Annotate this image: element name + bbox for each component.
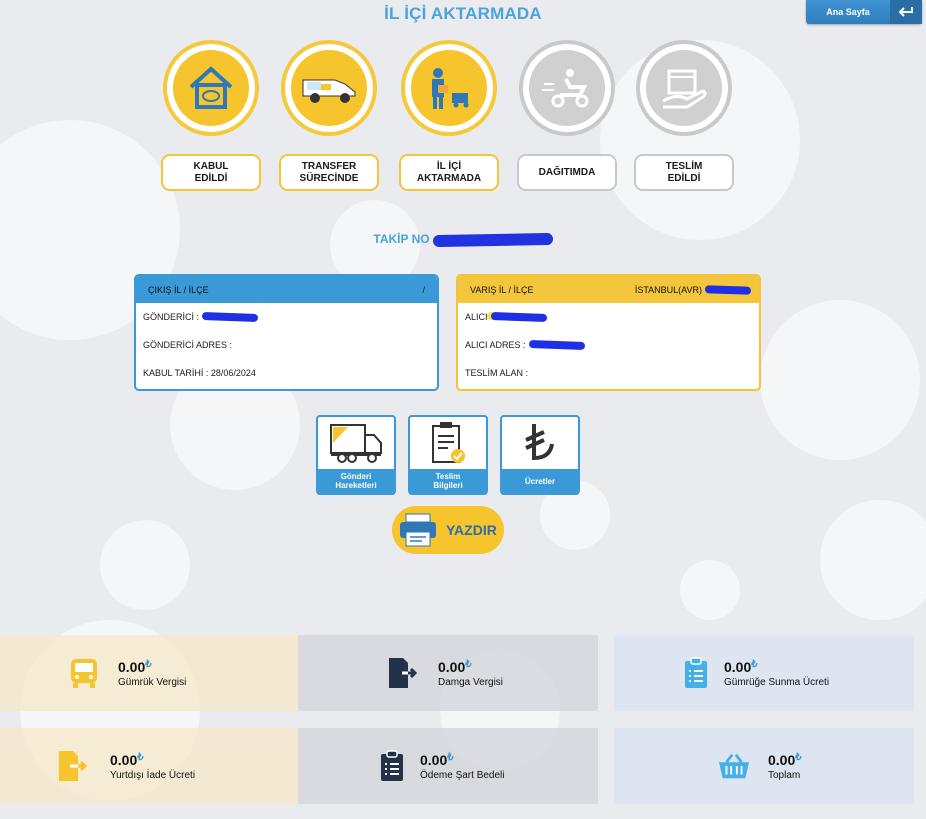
home-button-label: Ana Sayfa bbox=[826, 7, 870, 17]
action-label: Gönderi Hareketleri bbox=[318, 469, 394, 493]
shipment-movements-button[interactable]: Gönderi Hareketleri bbox=[316, 415, 396, 495]
step-label: TESLİM EDİLDİ bbox=[634, 154, 734, 191]
page-title: İL İÇİ AKTARMADA bbox=[384, 4, 542, 23]
action-label: Ücretler bbox=[502, 469, 578, 493]
delivered-to-row: TESLİM ALAN : bbox=[458, 359, 759, 387]
basket-icon bbox=[718, 750, 750, 782]
origin-label: ÇIKIŞ İL / İLÇE bbox=[148, 284, 209, 295]
action-label: Teslim Bilgileri bbox=[410, 469, 486, 493]
print-button[interactable]: YAZDIR bbox=[392, 506, 504, 554]
van-icon bbox=[291, 50, 367, 126]
tracking-label: TAKİP NO bbox=[373, 232, 430, 246]
fee-amount: 0.00₺ bbox=[110, 751, 144, 768]
file-export-icon bbox=[56, 750, 88, 782]
print-label: YAZDIR bbox=[446, 522, 497, 538]
redaction-mark bbox=[704, 284, 752, 295]
fee-stamp-tax: 0.00₺ Damga Vergisi bbox=[298, 635, 598, 711]
sender-card-header: ÇIKIŞ İL / İLÇE / bbox=[136, 276, 437, 303]
fee-total: 0.00₺ Toplam bbox=[614, 728, 914, 804]
sender-label: GÖNDERİCİ : bbox=[143, 312, 200, 322]
redaction-mark bbox=[490, 312, 547, 322]
step-label: DAĞITIMDA bbox=[517, 154, 617, 191]
return-icon bbox=[890, 0, 922, 24]
destination-label: VARIŞ İL / İLÇE bbox=[470, 284, 534, 295]
printer-icon bbox=[396, 508, 440, 552]
sender-address-label: GÖNDERİCİ ADRES : bbox=[143, 340, 233, 350]
accept-date-label: KABUL TARİHİ : bbox=[143, 368, 209, 378]
fee-amount: 0.00₺ bbox=[768, 751, 802, 768]
redaction-mark bbox=[528, 340, 585, 350]
fee-customs-tax: 0.00₺ Gümrük Vergisi bbox=[0, 635, 300, 711]
fee-payment-condition: 0.00₺ Ödeme Şart Bedeli bbox=[298, 728, 598, 804]
fees-button[interactable]: Ücretler bbox=[500, 415, 580, 495]
clipboard-check-icon bbox=[410, 417, 486, 469]
fee-name: Toplam bbox=[768, 769, 801, 781]
origin-value: / bbox=[422, 284, 425, 295]
tracking-number: TAKİP NO bbox=[0, 232, 926, 247]
receiver-label: ALICI bbox=[465, 312, 488, 322]
destination-value: İSTANBUL(AVR) bbox=[634, 284, 702, 295]
fee-name: Yurtdışı İade Ücreti bbox=[110, 769, 196, 781]
home-button[interactable]: Ana Sayfa bbox=[806, 0, 922, 24]
receiver-address-row: ALICI ADRES : bbox=[458, 331, 759, 359]
redaction-mark bbox=[201, 312, 259, 322]
sender-address-row: GÖNDERİCİ ADRES : bbox=[136, 331, 437, 359]
receiver-address-label: ALICI ADRES : bbox=[465, 340, 526, 350]
sender-row: GÖNDERİCİ : bbox=[136, 303, 437, 331]
courier-icon bbox=[411, 50, 487, 126]
delivery-info-button[interactable]: Teslim Bilgileri bbox=[408, 415, 488, 495]
fee-customs-submission: 0.00₺ Gümrüğe Sunma Ücreti bbox=[614, 635, 914, 711]
hand-box-icon bbox=[646, 50, 722, 126]
fee-amount: 0.00₺ bbox=[118, 658, 152, 675]
lira-icon bbox=[502, 417, 578, 469]
fee-name: Gümrüğe Sunma Ücreti bbox=[724, 676, 830, 688]
fee-amount: 0.00₺ bbox=[420, 751, 454, 768]
clipboard-list-icon bbox=[680, 657, 712, 689]
fee-name: Damga Vergisi bbox=[438, 676, 504, 688]
step-label: TRANSFER SÜRECİNDE bbox=[279, 154, 379, 191]
scooter-icon bbox=[529, 50, 605, 126]
fee-amount: 0.00₺ bbox=[724, 658, 758, 675]
receiver-card: VARIŞ İL / İLÇE İSTANBUL(AVR) ALICI ALIC… bbox=[456, 274, 761, 391]
step-label: KABUL EDİLDİ bbox=[161, 154, 261, 191]
fee-overseas-return: 0.00₺ Yurtdışı İade Ücreti bbox=[0, 728, 300, 804]
sender-card: ÇIKIŞ İL / İLÇE / GÖNDERİCİ : GÖNDERİCİ … bbox=[134, 274, 439, 391]
receiver-card-header: VARIŞ İL / İLÇE İSTANBUL(AVR) bbox=[458, 276, 759, 303]
step-label: İL İÇİ AKTARMADA bbox=[399, 154, 499, 191]
fee-name: Gümrük Vergisi bbox=[118, 676, 187, 688]
accept-date-row: KABUL TARİHİ : 28/06/2024 bbox=[136, 359, 437, 387]
house-icon bbox=[173, 50, 249, 126]
clipboard-list-icon bbox=[376, 750, 408, 782]
fee-amount: 0.00₺ bbox=[438, 658, 472, 675]
file-export-icon bbox=[386, 657, 418, 689]
accept-date-value: 28/06/2024 bbox=[210, 368, 256, 378]
receiver-row: ALICI bbox=[458, 303, 759, 331]
redaction-mark bbox=[432, 232, 553, 247]
truck-icon bbox=[318, 417, 394, 469]
delivered-to-label: TESLİM ALAN : bbox=[465, 368, 529, 378]
fee-name: Ödeme Şart Bedeli bbox=[420, 769, 505, 781]
bus-icon bbox=[68, 657, 100, 689]
